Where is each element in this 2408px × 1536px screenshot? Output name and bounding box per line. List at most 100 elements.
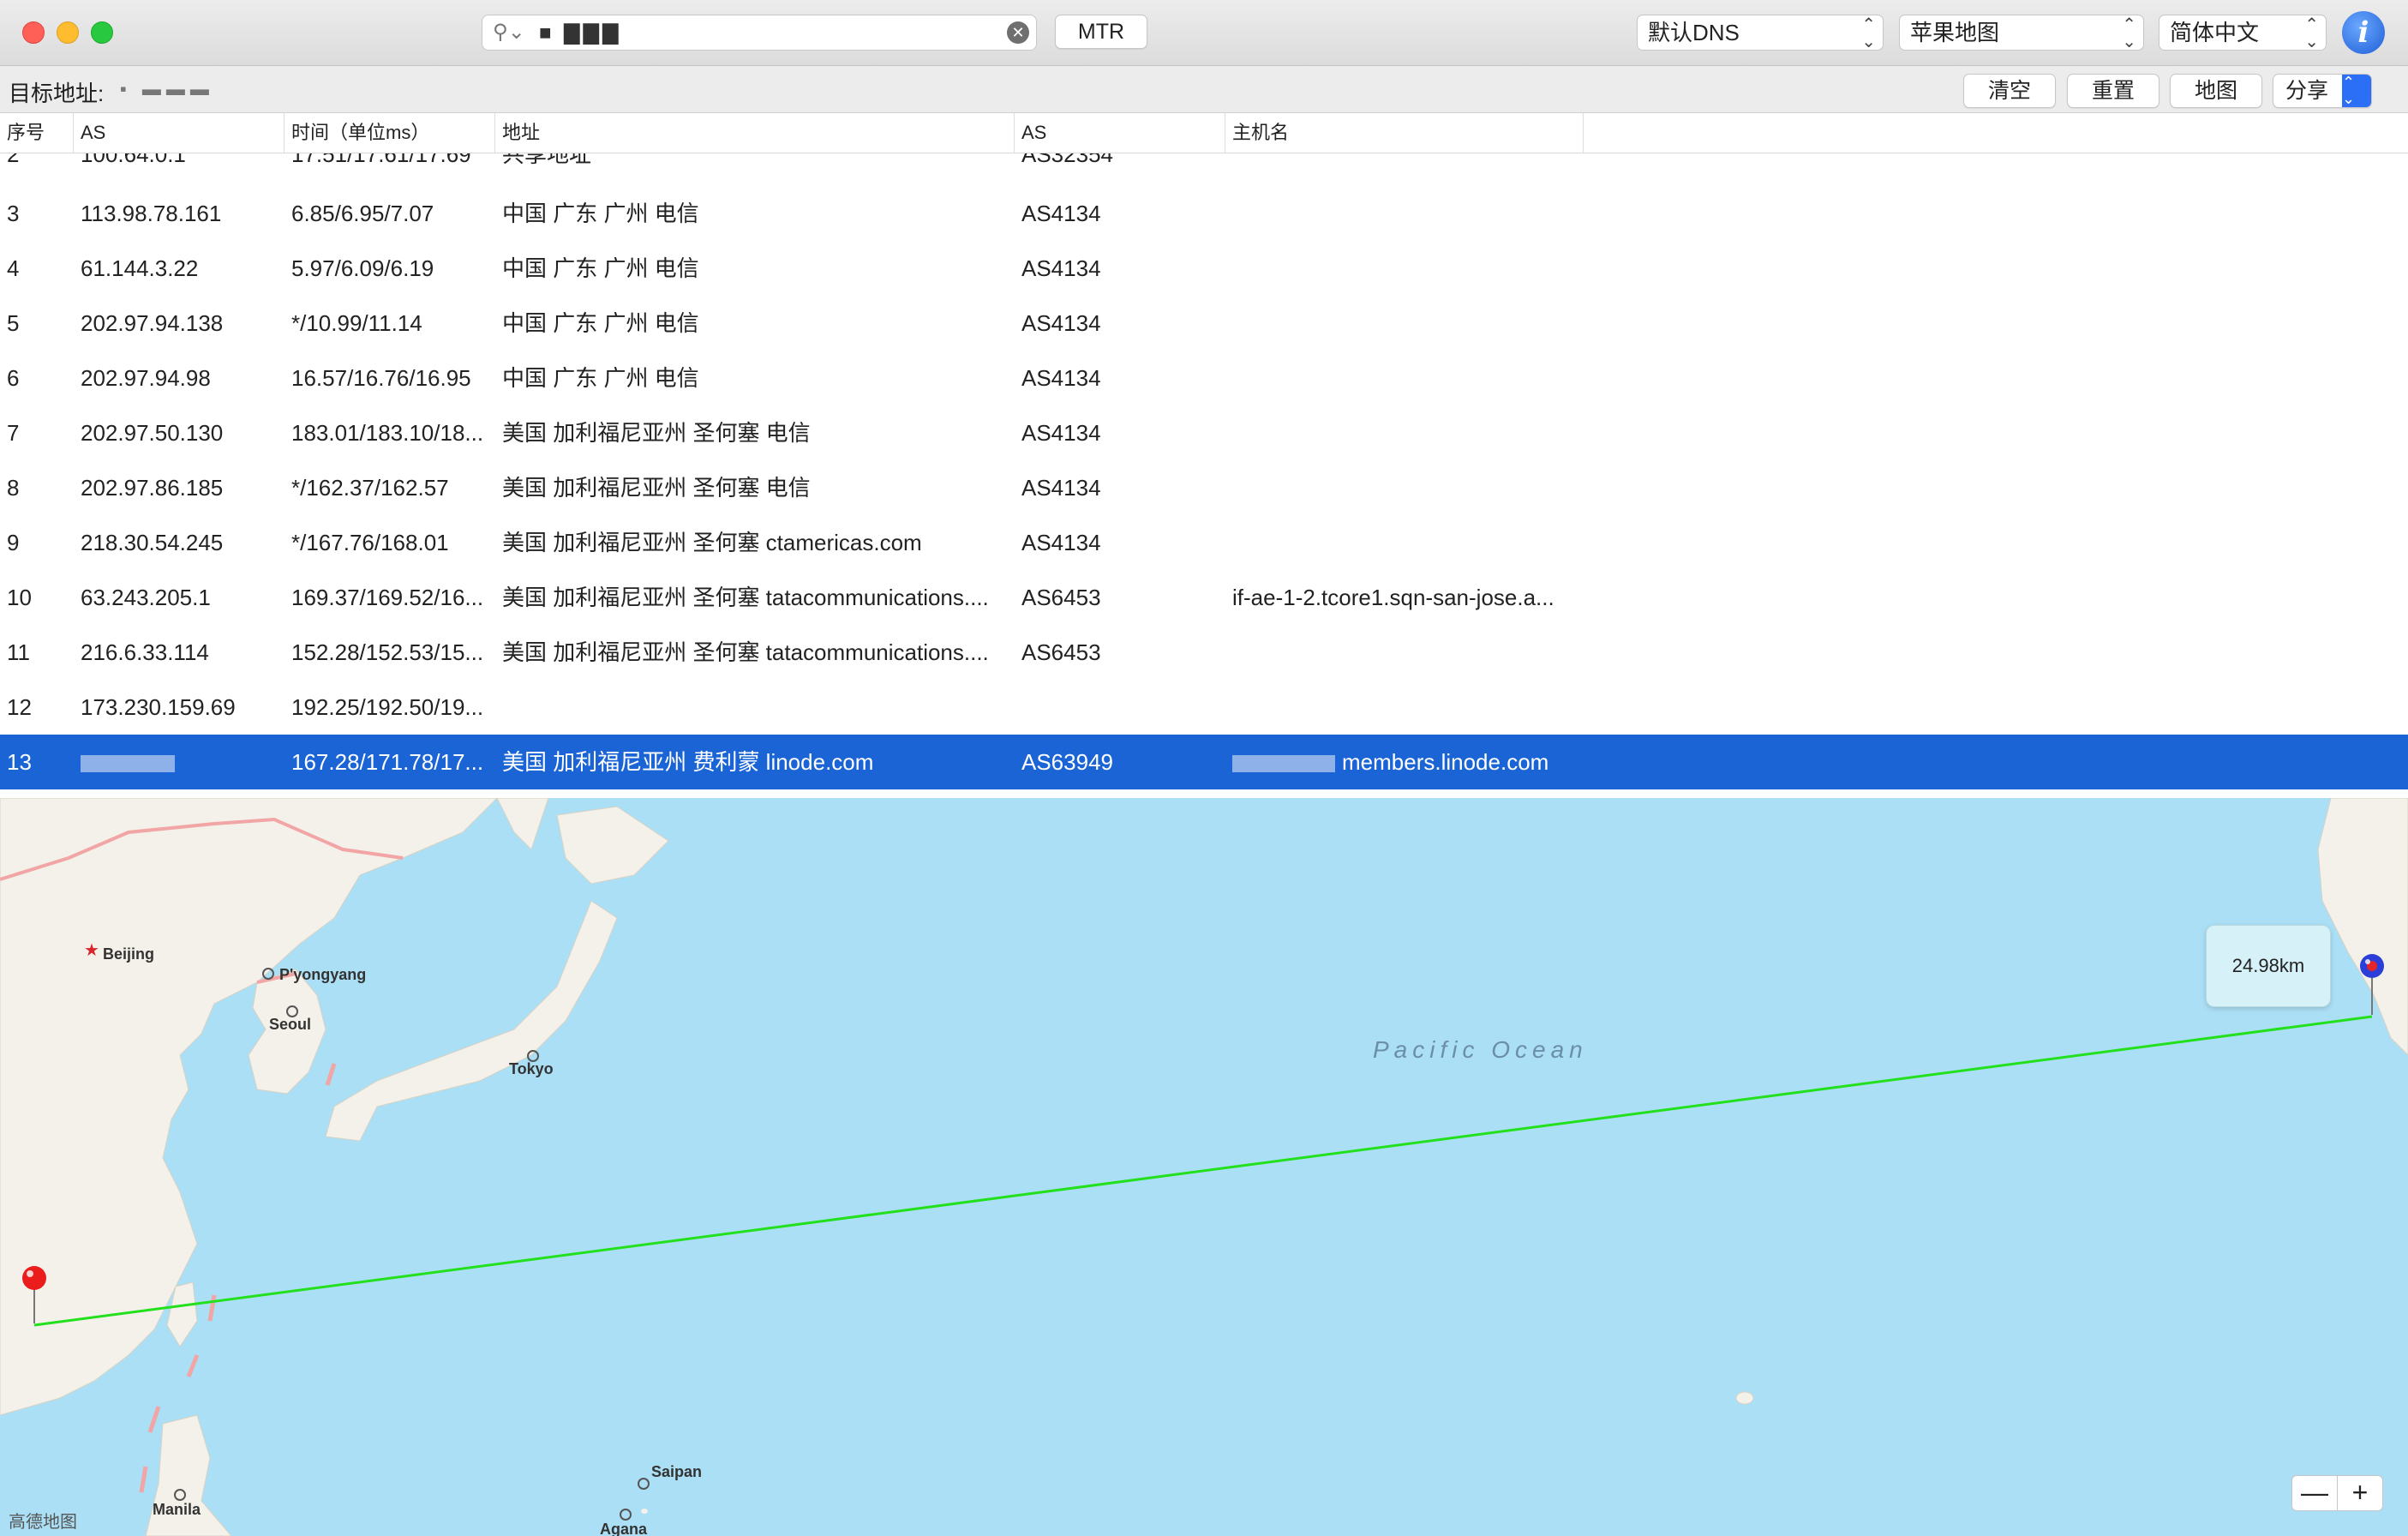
table-row[interactable]: 10 63.243.205.1 169.37/169.52/16... 美国 加… xyxy=(0,570,2408,625)
cell-as: AS4134 xyxy=(1021,420,1101,446)
redacted-host-prefix xyxy=(1232,755,1335,773)
land-hawaii xyxy=(1735,1391,1754,1405)
col-header-ip[interactable]: AS xyxy=(74,113,285,153)
cell-ip: 216.6.33.114 xyxy=(81,639,209,665)
target-bar: 目标地址: ▪ ▬▬▬ 清空 重置 地图 分享 ⌃ ⌄ xyxy=(0,66,2408,112)
cell-address: 中国 广东 广州 电信 xyxy=(502,201,699,226)
col-header-no[interactable]: 序号 xyxy=(0,113,74,153)
dns-select[interactable]: 默认DNS ⌃ ⌄ xyxy=(1637,15,1884,51)
cell-as: AS6453 xyxy=(1021,585,1101,610)
land-sakhalin xyxy=(496,798,549,850)
table-row[interactable]: 12 173.230.159.69 192.25/192.50/19... xyxy=(0,680,2408,735)
route-line xyxy=(33,1015,2373,1327)
city-label-manila: Manila xyxy=(153,1501,201,1518)
table-row[interactable]: 5 202.97.94.138 */10.99/11.14 中国 广东 广州 电… xyxy=(0,296,2408,351)
ocean-label: Pacific Ocean xyxy=(1373,1036,1588,1063)
cell-time: */10.99/11.14 xyxy=(291,310,422,336)
cell-address: 美国 加利福尼亚州 圣何塞 电信 xyxy=(502,420,811,446)
land-asia xyxy=(0,798,498,1416)
cell-as: AS4134 xyxy=(1021,201,1101,226)
cell-ip: 202.97.86.185 xyxy=(81,475,224,501)
map-button[interactable]: 地图 xyxy=(2170,74,2262,108)
sea-border xyxy=(147,1406,161,1433)
map-provider-select[interactable]: 苹果地图 ⌃ ⌄ xyxy=(1899,15,2144,51)
route-map[interactable]: ★ Beijing P'yongyang Seoul Tokyo Manila … xyxy=(0,798,2408,1536)
table-row[interactable]: 7 202.97.50.130 183.01/183.10/18... 美国 加… xyxy=(0,405,2408,460)
city-label-pyongyang: P'yongyang xyxy=(279,966,367,983)
city-marker xyxy=(638,1478,650,1490)
table-row[interactable]: 11 216.6.33.114 152.28/152.53/15... 美国 加… xyxy=(0,625,2408,680)
cell-address: 中国 广东 广州 电信 xyxy=(502,365,699,391)
cell-no: 12 xyxy=(7,694,32,720)
zoom-in-button[interactable]: + xyxy=(2337,1475,2383,1511)
cell-address: 美国 加利福尼亚州 圣何塞 tatacommunications.... xyxy=(502,639,989,665)
cell-time: 152.28/152.53/15... xyxy=(291,639,484,665)
cell-time: */167.76/168.01 xyxy=(291,530,449,555)
chevron-up-down-icon: ⌃ ⌄ xyxy=(2304,15,2319,51)
search-input[interactable]: ■ ▇▇▇ xyxy=(539,21,622,46)
land-saipan xyxy=(641,1509,648,1514)
share-button[interactable]: 分享 ⌃ ⌄ xyxy=(2273,74,2372,108)
cell-address: 美国 加利福尼亚州 圣何塞 tatacommunications.... xyxy=(502,585,989,610)
city-label-seoul: Seoul xyxy=(269,1016,312,1033)
reset-button[interactable]: 重置 xyxy=(2067,74,2159,108)
distance-callout: 24.98km xyxy=(2206,925,2331,1007)
table-row[interactable]: 4 61.144.3.22 5.97/6.09/6.19 中国 广东 广州 电信… xyxy=(0,241,2408,296)
share-arrows-icon[interactable]: ⌃ ⌄ xyxy=(2342,75,2371,107)
land-hokkaido xyxy=(556,806,669,885)
toolbar: ⚲⌄ ■ ▇▇▇ ✕ MTR 默认DNS ⌃ ⌄ 苹果地图 ⌃ ⌄ 简体中文 ⌃ ⌄ … xyxy=(0,0,2408,66)
cell-time: 167.28/171.78/17... xyxy=(291,749,484,775)
map-provider-logo: 高德地图 xyxy=(9,1513,77,1532)
sea-border xyxy=(139,1466,148,1493)
cell-time: 192.25/192.50/19... xyxy=(291,694,484,720)
city-label-tokyo: Tokyo xyxy=(509,1060,554,1077)
col-header-address[interactable]: 地址 xyxy=(495,113,1015,153)
traceroute-table: 序号 AS 时间（单位ms） 地址 AS 主机名 2 100.64.0.1 17… xyxy=(0,112,2408,799)
table-row[interactable]: 3 113.98.78.161 6.85/6.95/7.07 中国 广东 广州 … xyxy=(0,186,2408,241)
cell-host: members.linode.com xyxy=(1232,735,1575,789)
minimize-window-button[interactable] xyxy=(57,21,79,44)
sea-border xyxy=(325,1063,337,1086)
cell-address: 中国 广东 广州 电信 xyxy=(502,255,699,281)
col-header-hostname[interactable]: 主机名 xyxy=(1225,113,1584,153)
cell-ip: 218.30.54.245 xyxy=(81,530,224,555)
close-window-button[interactable] xyxy=(22,21,45,44)
cell-as: AS4134 xyxy=(1021,530,1101,555)
table-row[interactable]: 9 218.30.54.245 */167.76/168.01 美国 加利福尼亚… xyxy=(0,515,2408,570)
cell-ip: 61.144.3.22 xyxy=(81,255,199,281)
cell-as: AS6453 xyxy=(1021,639,1101,665)
cell-no: 6 xyxy=(7,365,20,391)
col-header-as[interactable]: AS xyxy=(1015,113,1225,153)
table-row[interactable]: 6 202.97.94.98 16.57/16.76/16.95 中国 广东 广… xyxy=(0,351,2408,405)
cell-address: 中国 广东 广州 电信 xyxy=(502,310,699,336)
cell-time: 6.85/6.95/7.07 xyxy=(291,201,434,226)
target-address: ▪ ▬▬▬ xyxy=(120,78,214,99)
zoom-out-button[interactable]: — xyxy=(2291,1475,2338,1511)
dns-select-value: 默认DNS xyxy=(1648,20,1740,45)
col-header-time[interactable]: 时间（单位ms） xyxy=(285,113,495,153)
land-japan xyxy=(325,900,618,1142)
cell-no: 3 xyxy=(7,201,20,226)
search-icon[interactable]: ⚲⌄ xyxy=(493,22,525,43)
mtr-button[interactable]: MTR xyxy=(1055,15,1147,49)
search-field[interactable]: ⚲⌄ ■ ▇▇▇ ✕ xyxy=(482,15,1037,51)
cell-address: 美国 加利福尼亚州 圣何塞 电信 xyxy=(502,475,811,501)
cell-no: 13 xyxy=(7,749,32,775)
clear-search-icon[interactable]: ✕ xyxy=(1007,21,1029,44)
clear-button[interactable]: 清空 xyxy=(1963,74,2056,108)
language-select[interactable]: 简体中文 ⌃ ⌄ xyxy=(2159,15,2327,51)
zoom-window-button[interactable] xyxy=(91,21,113,44)
map-canvas: ★ xyxy=(0,798,2408,1536)
cell-ip: 202.97.94.138 xyxy=(81,310,224,336)
cell-as: AS4134 xyxy=(1021,255,1101,281)
sea-border xyxy=(186,1354,200,1377)
sea-border xyxy=(207,1294,217,1322)
cell-no: 9 xyxy=(7,530,20,555)
info-icon[interactable]: i xyxy=(2342,11,2385,54)
table-row-selected[interactable]: 13 167.28/171.78/17... 美国 加利福尼亚州 费利蒙 lin… xyxy=(0,735,2408,789)
city-label-saipan: Saipan xyxy=(651,1463,703,1480)
table-row[interactable]: 8 202.97.86.185 */162.37/162.57 美国 加利福尼亚… xyxy=(0,460,2408,515)
city-label-agana: Agana xyxy=(600,1521,648,1536)
table-header: 序号 AS 时间（单位ms） 地址 AS 主机名 xyxy=(0,113,2408,153)
cell-as: AS4134 xyxy=(1021,310,1101,336)
